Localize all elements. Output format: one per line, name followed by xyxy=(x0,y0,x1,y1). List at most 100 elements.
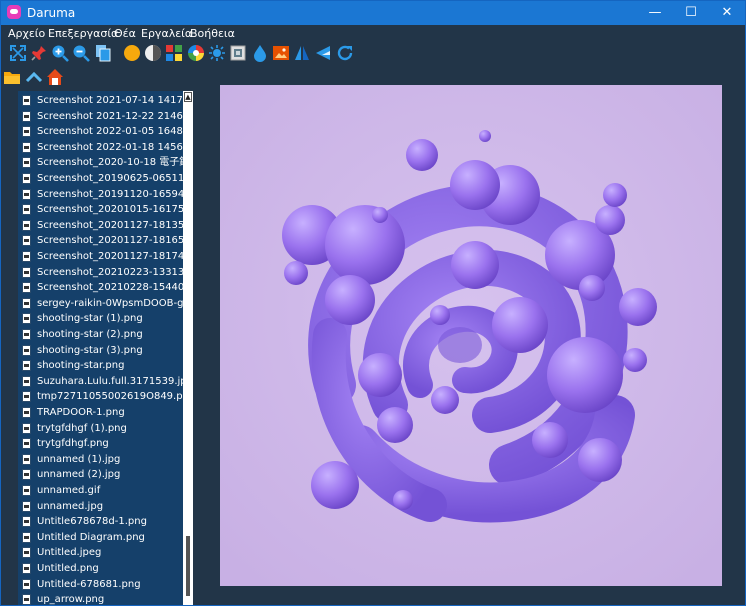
file-name: Suzuhara.Lulu.full.3171539.jpg xyxy=(37,375,183,387)
file-list-item[interactable]: trytgfdhgf.png xyxy=(18,436,183,452)
scroll-up-button[interactable]: ▲ xyxy=(184,92,192,102)
file-name: Screenshot 2021-12-22 214605.png xyxy=(37,110,183,122)
close-button[interactable]: ✕ xyxy=(709,1,745,25)
file-list-item[interactable]: Screenshot 2022-01-18 145633.png xyxy=(18,140,183,156)
maximize-button[interactable]: ☐ xyxy=(673,1,709,25)
file-list-item[interactable]: Untitled.jpeg xyxy=(18,545,183,561)
file-list-item[interactable]: Screenshot_20201127-181351_LIN... xyxy=(18,218,183,234)
file-list-item[interactable]: TRAPDOOR-1.png xyxy=(18,405,183,421)
file-list-item[interactable]: Screenshot 2022-01-05 164841.png xyxy=(18,124,183,140)
file-list-item[interactable]: Screenshot 2021-12-22 214605.png xyxy=(18,109,183,125)
menu-tools[interactable]: Εργαλεία xyxy=(141,27,192,40)
image-file-icon xyxy=(22,438,31,450)
file-name: Screenshot_20201127-181651_LIN... xyxy=(37,235,183,247)
contrast-icon[interactable] xyxy=(144,44,162,62)
file-list-item[interactable]: Screenshot_20201127-181743_LIN... xyxy=(18,249,183,265)
image-icon[interactable] xyxy=(272,44,290,62)
image-file-icon xyxy=(22,282,31,294)
image-viewer[interactable] xyxy=(220,85,722,586)
color-circle-icon[interactable] xyxy=(123,44,141,62)
file-list[interactable]: Screenshot 2021-07-14 141759.png Screensh… xyxy=(18,91,183,605)
file-list-item[interactable]: shooting-star (3).png xyxy=(18,343,183,359)
menu-edit[interactable]: Επεξεργασία xyxy=(48,27,118,40)
file-list-item[interactable]: Screenshot_20210223-133130_Ins... xyxy=(18,265,183,281)
image-file-icon xyxy=(22,157,31,169)
image-file-icon xyxy=(22,344,31,356)
image-file-icon xyxy=(22,422,31,434)
file-list-item[interactable]: Screenshot_20201127-181651_LIN... xyxy=(18,233,183,249)
file-name: unnamed.gif xyxy=(37,485,101,496)
file-list-item[interactable]: unnamed (2).jpg xyxy=(18,467,183,483)
file-list-item[interactable]: tmp72711055002619O849.png xyxy=(18,389,183,405)
file-list-item[interactable]: Suzuhara.Lulu.full.3171539.jpg xyxy=(18,374,183,390)
menu-help[interactable]: Βοήθεια xyxy=(190,27,235,40)
color-wheel-icon[interactable] xyxy=(187,44,205,62)
up-arrow-icon[interactable] xyxy=(25,68,43,86)
sharpen-icon[interactable] xyxy=(229,44,247,62)
file-list-item[interactable]: Screenshot 2021-07-14 141759.png xyxy=(18,93,183,109)
image-file-icon xyxy=(22,469,31,481)
image-file-icon xyxy=(22,563,31,574)
file-list-item[interactable]: shooting-star (1).png xyxy=(18,311,183,327)
zoom-out-icon[interactable] xyxy=(72,44,90,62)
copy-icon[interactable] xyxy=(94,44,112,62)
open-folder-icon[interactable] xyxy=(3,68,21,86)
displayed-image xyxy=(220,85,722,586)
file-list-scrollbar[interactable]: ▲ xyxy=(183,91,193,605)
image-file-icon xyxy=(22,251,31,262)
file-name: Screenshot 2022-01-18 145633.png xyxy=(37,141,183,153)
file-list-item[interactable]: unnamed.jpg xyxy=(18,499,183,515)
file-name: shooting-star (1).png xyxy=(37,313,143,325)
fullscreen-icon[interactable] xyxy=(9,44,27,62)
image-file-icon xyxy=(22,407,31,418)
file-list-item[interactable]: unnamed (1).jpg xyxy=(18,452,183,468)
file-name: shooting-star (3).png xyxy=(37,344,143,356)
scroll-thumb[interactable] xyxy=(186,536,190,596)
menu-view[interactable]: Θέα xyxy=(114,27,136,40)
file-list-item[interactable]: Untitled Diagram.png xyxy=(18,530,183,546)
file-name: Screenshot_20210228-154409_Ins... xyxy=(37,282,183,294)
file-list-item[interactable]: shooting-star.png xyxy=(18,358,183,374)
home-icon[interactable] xyxy=(46,68,64,86)
file-list-item[interactable]: Screenshot_2020-10-18 電子錢票.... xyxy=(18,155,183,171)
file-list-item[interactable]: Untitle678678d-1.png xyxy=(18,514,183,530)
file-list-item[interactable]: Untitled-678681.png xyxy=(18,577,183,593)
image-file-icon xyxy=(22,578,31,590)
rotate-icon[interactable] xyxy=(336,44,354,62)
file-list-item[interactable]: sergey-raikin-0WpsmDOOB-g-un... xyxy=(18,296,183,312)
file-list-item[interactable]: shooting-star (2).png xyxy=(18,327,183,343)
title-bar[interactable]: Daruma — ☐ ✕ xyxy=(1,1,745,25)
daruma-app-icon xyxy=(7,5,21,19)
image-file-icon xyxy=(22,329,31,340)
file-list-item[interactable]: unnamed.gif xyxy=(18,483,183,499)
menu-file[interactable]: Αρχείο xyxy=(8,27,45,40)
file-name: shooting-star.png xyxy=(37,360,125,372)
pin-icon[interactable] xyxy=(30,44,48,62)
zoom-in-icon[interactable] xyxy=(51,44,69,62)
file-list-item[interactable]: Screenshot_20190625-065114_Ins... xyxy=(18,171,183,187)
flip-horizontal-icon[interactable] xyxy=(293,44,311,62)
image-file-icon xyxy=(22,266,31,278)
file-list-item[interactable]: Untitled.png xyxy=(18,561,183,577)
file-list-item[interactable]: Screenshot_20191120-165948_Ins... xyxy=(18,187,183,203)
brightness-icon[interactable] xyxy=(208,44,226,62)
file-list-item[interactable]: up_arrow.png xyxy=(18,592,183,605)
water-drop-icon[interactable] xyxy=(251,44,269,62)
file-name: Screenshot 2021-07-14 141759.png xyxy=(37,95,183,106)
palette-icon[interactable] xyxy=(165,44,183,62)
image-file-icon xyxy=(22,188,31,200)
file-name: TRAPDOOR-1.png xyxy=(37,407,125,418)
file-list-item[interactable]: Screenshot_20201015-161758_Ins... xyxy=(18,202,183,218)
image-file-icon xyxy=(22,360,31,372)
file-list-item[interactable]: trytgfdhgf (1).png xyxy=(18,421,183,437)
file-name: unnamed.jpg xyxy=(37,500,104,512)
image-file-icon xyxy=(22,516,31,528)
minimize-button[interactable]: — xyxy=(637,1,673,25)
file-list-item[interactable]: Screenshot_20210228-154409_Ins... xyxy=(18,280,183,296)
flip-vertical-icon[interactable] xyxy=(314,44,332,62)
image-file-icon xyxy=(22,173,31,184)
window-title: Daruma xyxy=(27,6,76,20)
file-name: Screenshot_2020-10-18 電子錢票.... xyxy=(37,157,183,169)
image-file-icon xyxy=(22,531,31,543)
image-file-icon xyxy=(22,235,31,247)
